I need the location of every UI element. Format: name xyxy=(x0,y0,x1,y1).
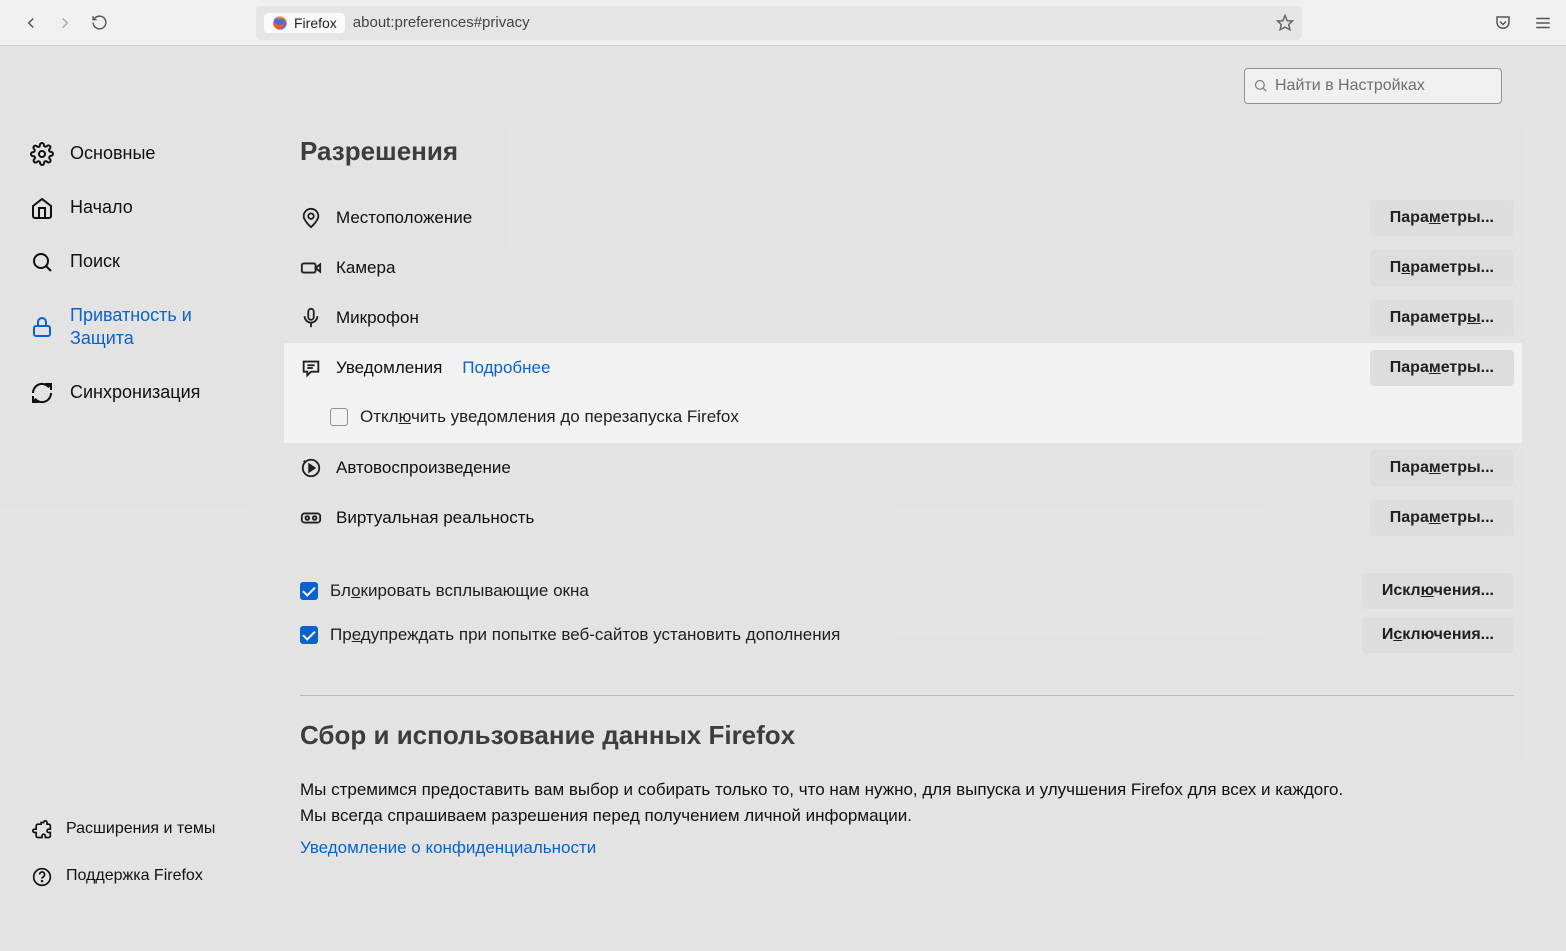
perm-label: Микрофон xyxy=(336,308,419,328)
home-icon xyxy=(30,196,54,220)
sidebar-item-home[interactable]: Начало xyxy=(20,190,260,226)
search-icon xyxy=(1253,78,1268,93)
settings-button-camera[interactable]: Параметры... xyxy=(1370,250,1514,286)
sidebar-item-search[interactable]: Поиск xyxy=(20,244,260,280)
perm-label: Автовоспроизведение xyxy=(336,458,511,478)
preferences-page: Основные Начало Поиск Приватность и Защи… xyxy=(0,46,1566,951)
sidebar-item-label: Приватность и Защита xyxy=(70,304,192,351)
toolbar-right xyxy=(1462,14,1552,32)
back-button[interactable] xyxy=(14,6,48,40)
microphone-icon xyxy=(300,307,322,329)
section-title-data: Сбор и использование данных Firefox xyxy=(300,720,1514,751)
perm-row-camera: Камера Параметры... xyxy=(300,243,1514,293)
perm-block-notifications: Уведомления Подробнее Параметры... Отклю… xyxy=(284,343,1522,443)
perm-row-microphone: Микрофон Параметры... xyxy=(300,293,1514,343)
forward-button[interactable] xyxy=(48,6,82,40)
notification-icon xyxy=(300,357,322,379)
url-identity: Firefox xyxy=(264,13,345,33)
checkbox-label: Предупреждать при попытке веб-сайтов уст… xyxy=(330,625,840,645)
sidebar-item-general[interactable]: Основные xyxy=(20,136,260,172)
data-paragraph-1: Мы стремимся предоставить вам выбор и со… xyxy=(300,777,1514,803)
checkbox-icon[interactable] xyxy=(300,582,318,600)
settings-button-autoplay[interactable]: Параметры... xyxy=(1370,450,1514,486)
pocket-icon[interactable] xyxy=(1494,14,1512,32)
sidebar-bottom: Расширения и темы Поддержка Firefox xyxy=(22,813,225,907)
settings-button-notifications[interactable]: Параметры... xyxy=(1370,350,1514,386)
section-title-permissions: Разрешения xyxy=(300,136,1514,167)
perm-row-location: Местоположение Параметры... xyxy=(300,193,1514,243)
exceptions-button-addons[interactable]: Исключения... xyxy=(1362,617,1514,653)
settings-button-location[interactable]: Параметры... xyxy=(1370,200,1514,236)
checkbox-warn-addons[interactable]: Предупреждать при попытке веб-сайтов уст… xyxy=(300,611,1514,655)
checkbox-icon[interactable] xyxy=(300,626,318,644)
privacy-notice-link[interactable]: Уведомление о конфиденциальности xyxy=(300,838,596,858)
perm-label: Камера xyxy=(336,258,395,278)
sidebar-item-extensions[interactable]: Расширения и темы xyxy=(22,813,225,846)
sidebar-item-support[interactable]: Поддержка Firefox xyxy=(22,860,225,893)
autoplay-icon xyxy=(300,457,322,479)
search-icon xyxy=(30,250,54,274)
gear-icon xyxy=(30,142,54,166)
sidebar-item-label: Основные xyxy=(70,142,155,165)
perm-row-notifications: Уведомления Подробнее Параметры... xyxy=(300,343,1514,393)
perm-row-vr: Виртуальная реальность Параметры... xyxy=(300,493,1514,543)
puzzle-icon xyxy=(32,820,52,840)
checkbox-label: Блокировать всплывающие окна xyxy=(330,581,589,601)
sidebar: Основные Начало Поиск Приватность и Защи… xyxy=(20,136,260,429)
search-input[interactable] xyxy=(1244,68,1502,104)
checkbox-label: Отключить уведомления до перезапуска Fir… xyxy=(360,407,739,427)
sidebar-item-label: Начало xyxy=(70,196,133,219)
reload-button[interactable] xyxy=(82,6,116,40)
sync-icon xyxy=(30,381,54,405)
content: Разрешения Местоположение Параметры... К… xyxy=(300,136,1514,858)
sidebar-item-label: Расширения и темы xyxy=(66,819,215,840)
firefox-icon xyxy=(272,15,288,31)
bookmark-star-icon[interactable] xyxy=(1276,14,1294,32)
settings-button-vr[interactable]: Параметры... xyxy=(1370,500,1514,536)
perm-label: Местоположение xyxy=(336,208,472,228)
vr-icon xyxy=(300,507,322,529)
exceptions-button-popups[interactable]: Исключения... xyxy=(1362,573,1514,609)
sidebar-item-label: Поддержка Firefox xyxy=(66,866,203,887)
search-wrap xyxy=(1244,68,1502,104)
learn-more-link[interactable]: Подробнее xyxy=(462,358,550,378)
perm-label: Уведомления xyxy=(336,358,442,378)
divider xyxy=(300,695,1514,696)
camera-icon xyxy=(300,257,322,279)
settings-button-microphone[interactable]: Параметры... xyxy=(1370,300,1514,336)
location-icon xyxy=(300,207,322,229)
perm-label: Виртуальная реальность xyxy=(336,508,534,528)
sidebar-item-privacy[interactable]: Приватность и Защита xyxy=(20,298,260,357)
hamburger-menu-icon[interactable] xyxy=(1534,14,1552,32)
url-text: about:preferences#privacy xyxy=(353,14,1268,31)
checkbox-pause-notifications[interactable]: Отключить уведомления до перезапуска Fir… xyxy=(300,393,1514,437)
checkbox-block-popups[interactable]: Блокировать всплывающие окна Исключения.… xyxy=(300,567,1514,611)
help-icon xyxy=(32,867,52,887)
sidebar-item-label: Синхронизация xyxy=(70,381,200,404)
sidebar-item-sync[interactable]: Синхронизация xyxy=(20,375,260,411)
url-origin-label: Firefox xyxy=(294,15,337,31)
lock-icon xyxy=(30,315,54,339)
sidebar-item-label: Поиск xyxy=(70,250,120,273)
browser-toolbar: Firefox about:preferences#privacy xyxy=(0,0,1566,46)
url-bar[interactable]: Firefox about:preferences#privacy xyxy=(256,6,1302,40)
checkbox-icon[interactable] xyxy=(330,408,348,426)
perm-row-autoplay: Автовоспроизведение Параметры... xyxy=(300,443,1514,493)
data-paragraph-2: Мы всегда спрашиваем разрешения перед по… xyxy=(300,803,1514,829)
